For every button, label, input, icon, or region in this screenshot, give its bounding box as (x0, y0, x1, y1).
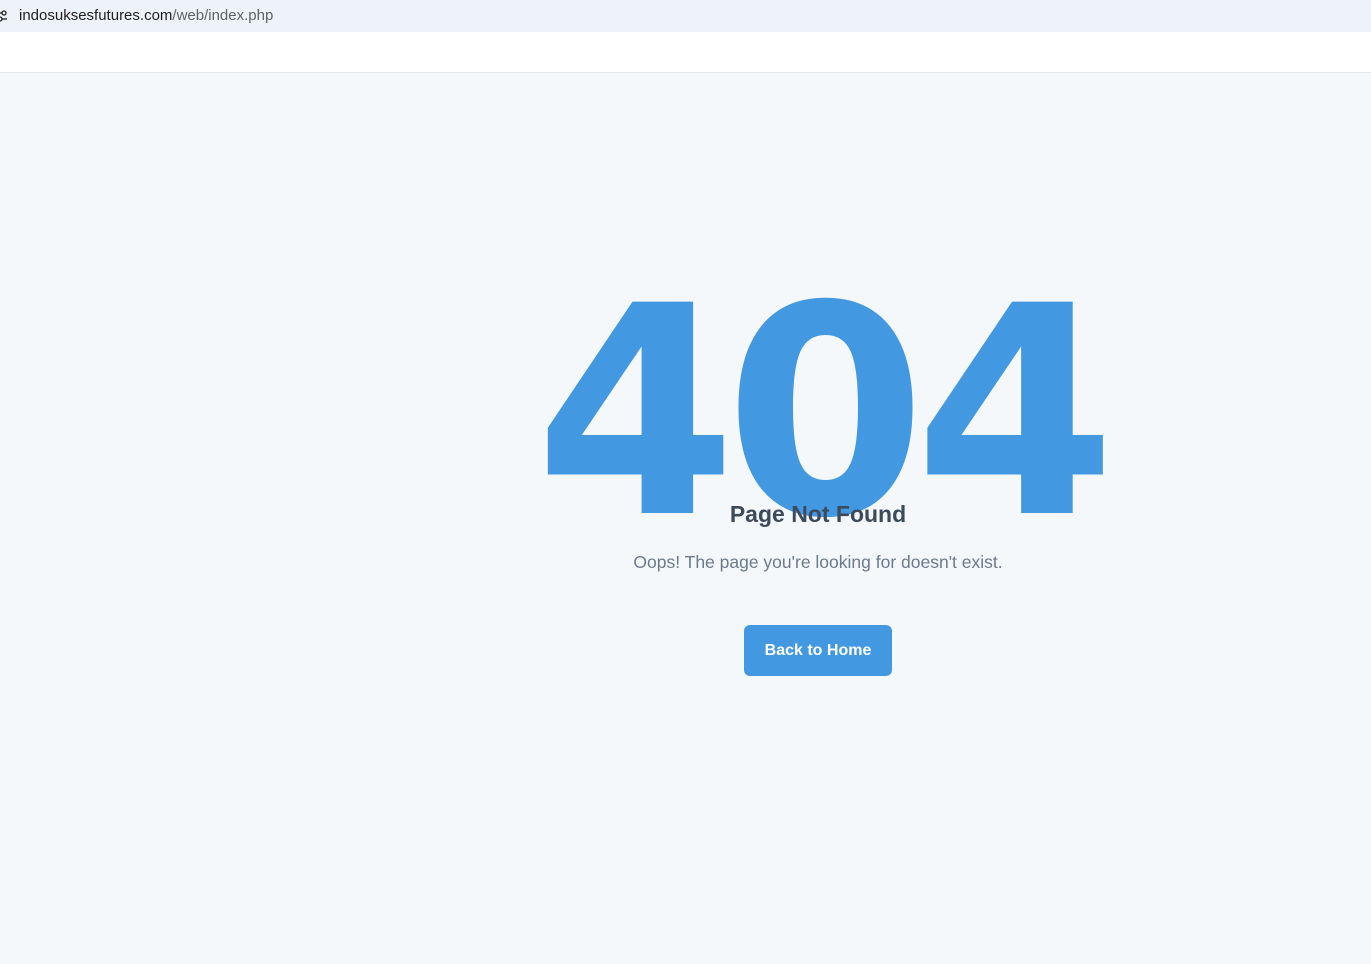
back-to-home-button[interactable]: Back to Home (744, 625, 892, 676)
site-info-icon[interactable] (0, 9, 7, 23)
error-title: Page Not Found (729, 501, 907, 527)
url-path: /web/index.php (172, 7, 274, 24)
error-page-content: 404 Page Not Found Oops! The page you're… (0, 73, 1371, 964)
address-bar[interactable]: indosuksesfutures.com/web/index.php (0, 0, 1371, 32)
url-text[interactable]: indosuksesfutures.com/web/index.php (19, 7, 273, 25)
error-message: Oops! The page you're looking for doesn'… (633, 552, 1003, 572)
page-header (0, 32, 1371, 73)
url-host: indosuksesfutures.com (19, 7, 173, 24)
